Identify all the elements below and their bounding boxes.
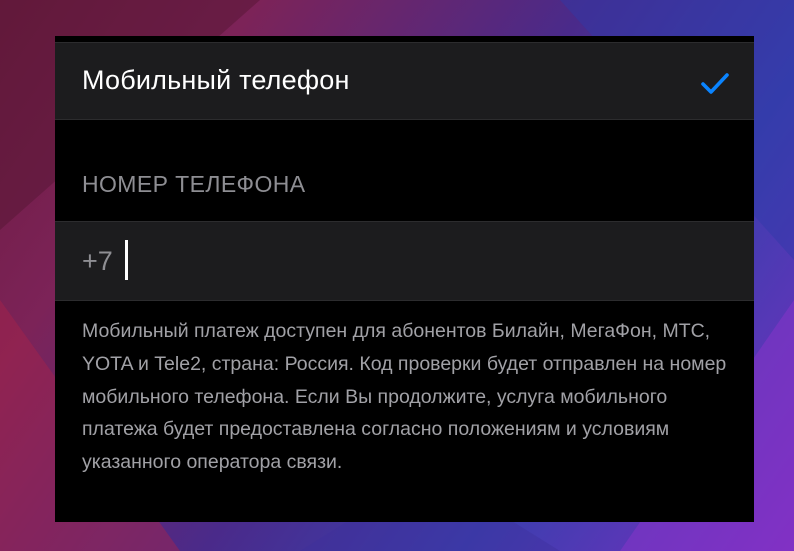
mobile-payment-disclaimer: Мобильный платеж доступен для абонентов … xyxy=(82,320,727,474)
payment-method-mobile-phone[interactable]: Мобильный телефон xyxy=(55,42,754,120)
phone-number-input[interactable] xyxy=(121,238,725,284)
country-code-prefix: +7 xyxy=(82,246,113,276)
text-caret xyxy=(125,240,128,280)
phone-number-section-header: НОМЕР ТЕЛЕФОНА xyxy=(82,171,306,197)
checkmark-icon xyxy=(701,73,729,94)
phone-number-row[interactable]: +7 xyxy=(55,221,754,301)
payment-method-label: Мобильный телефон xyxy=(82,65,350,95)
mobile-payment-panel: Мобильный телефон НОМЕР ТЕЛЕФОНА +7 Моби… xyxy=(55,36,754,522)
